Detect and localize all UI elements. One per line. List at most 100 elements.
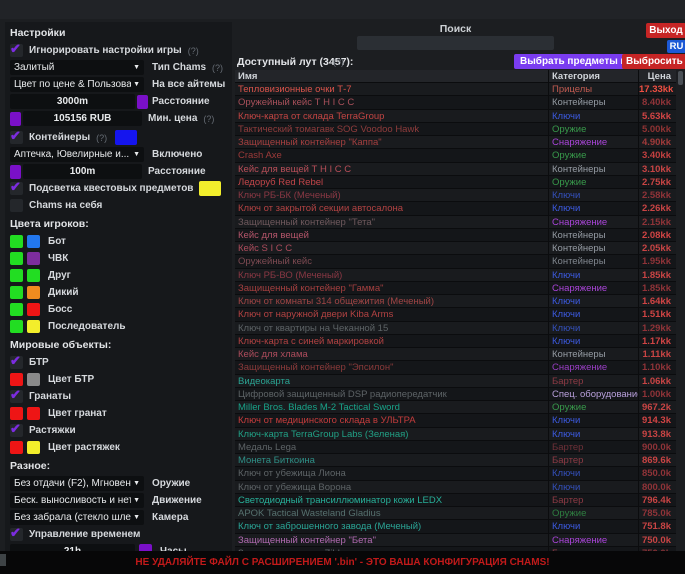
color-swatch-1[interactable] [10, 303, 23, 316]
item-price: 869.6k [638, 454, 676, 467]
table-row[interactable]: Светодиодный трансиллюминатор кожи LEDX … [235, 494, 676, 507]
table-row[interactable]: Ключ-карта с синей маркировкой Ключи 1.1… [235, 335, 676, 348]
table-row[interactable]: Защищенный контейнер "Эпсилон" Снаряжени… [235, 361, 676, 374]
table-row[interactable]: Ключ от убежища Ворона Ключи 800.0k [235, 481, 676, 494]
checkbox[interactable]: ✔ [10, 424, 23, 437]
table-row[interactable]: Монета Биткоина Бартер 869.6k [235, 454, 676, 467]
item-name: Ключ от наружной двери Kiba Arms [235, 308, 548, 321]
table-row[interactable]: Цифровой защищенный DSP радиопередатчик … [235, 388, 676, 401]
table-row[interactable]: Ключ от закрытой секции автосалона Ключи… [235, 202, 676, 215]
search-input[interactable] [357, 36, 554, 50]
containers-color-swatch[interactable] [115, 130, 137, 145]
distance-color-swatch[interactable] [137, 95, 148, 109]
containers-distance-input[interactable] [23, 164, 142, 179]
table-row[interactable]: Тактический томагавк SOG Voodoo Hawk Ору… [235, 123, 676, 136]
table-row[interactable]: Оружейный кейс Контейнеры 1.95kk [235, 255, 676, 268]
item-category: Снаряжение [548, 361, 638, 374]
table-scrollbar[interactable] [676, 70, 685, 551]
dropdown-select[interactable]: Без забрала (стекло шлема) ▼ [10, 510, 144, 525]
item-name: Цифровой защищенный DSP радиопередатчик [235, 388, 548, 401]
color-swatch-2[interactable] [27, 373, 40, 386]
item-price: 967.2k [638, 401, 676, 414]
dropdown-select[interactable]: Беск. выносливость и нет уста ▼ [10, 493, 144, 508]
table-row[interactable]: Кейс для хлама Контейнеры 1.11kk [235, 348, 676, 361]
containers-filter-select[interactable]: Аптечка, Ювелирные и... ▼ [10, 147, 144, 162]
table-row[interactable]: Защищенный контейнер "Бета" Снаряжение 7… [235, 534, 676, 547]
item-price: 17.33kk [638, 83, 676, 96]
table-row[interactable]: Ключ РБ-БК (Меченый) Ключи 2.58kk [235, 189, 676, 202]
exit-button[interactable]: Выход [646, 23, 685, 38]
table-row[interactable]: Ключ от квартиры на Чеканной 15 Ключи 1.… [235, 322, 676, 335]
table-row[interactable]: Медаль Lega Бартер 900.0k [235, 441, 676, 454]
item-name: Ключ-карта TerraGroup Labs (Зеленая) [235, 428, 548, 441]
color-swatch-2[interactable] [27, 235, 40, 248]
dropdown-select[interactable]: Без отдачи (F2), Мгновенное п ▼ [10, 476, 144, 491]
time-control-checkbox[interactable]: ✔ [10, 528, 23, 541]
column-header-category[interactable]: Категория [548, 70, 638, 82]
help-hint[interactable]: (?) [188, 46, 199, 56]
containers-distance-color-swatch[interactable] [10, 165, 21, 179]
hours-input[interactable] [10, 544, 135, 551]
table-row[interactable]: Ключ от комнаты 314 общежития (Меченый) … [235, 295, 676, 308]
table-row[interactable]: Ключ-карта от склада TerraGroup Ключи 5.… [235, 110, 676, 123]
table-row[interactable]: Кейс для вещей Контейнеры 2.08kk [235, 229, 676, 242]
table-row[interactable]: Видеокарта Бартер 1.06kk [235, 375, 676, 388]
table-row[interactable]: Ключ РБ-ВО (Меченый) Ключи 1.85kk [235, 269, 676, 282]
color-swatch-1[interactable] [10, 320, 23, 333]
scrollbar-thumb[interactable] [678, 71, 683, 85]
table-row[interactable]: Ключ от наружной двери Kiba Arms Ключи 1… [235, 308, 676, 321]
table-row[interactable]: Crash Axe Оружие 3.40kk [235, 149, 676, 162]
min-price-color-swatch[interactable] [10, 112, 21, 126]
color-swatch-1[interactable] [10, 407, 23, 420]
quest-highlight-checkbox[interactable]: ✔ [10, 182, 23, 195]
checkbox[interactable]: ✔ [10, 356, 23, 369]
table-row[interactable]: Кейс для вещей Т Н I С С Контейнеры 3.10… [235, 163, 676, 176]
panel-resize-handle[interactable] [0, 554, 6, 566]
table-row[interactable]: Miller Bros. Blades M-2 Tactical Sword О… [235, 401, 676, 414]
color-swatch-2[interactable] [27, 286, 40, 299]
table-row[interactable]: APOK Tactical Wasteland Gladius Оружие 7… [235, 507, 676, 520]
color-swatch-2[interactable] [27, 303, 40, 316]
help-hint[interactable]: (?) [203, 114, 214, 124]
color-swatch-2[interactable] [27, 441, 40, 454]
color-swatch-1[interactable] [10, 269, 23, 282]
color-swatch-1[interactable] [10, 235, 23, 248]
color-swatch-1[interactable] [10, 252, 23, 265]
color-swatch-2[interactable] [27, 320, 40, 333]
ignore-game-settings-checkbox[interactable]: ✔ [10, 44, 23, 57]
help-hint[interactable]: (?) [96, 133, 107, 143]
chams-type-select[interactable]: Залитый ▼ [10, 60, 144, 75]
column-header-price[interactable]: Цена [638, 70, 676, 82]
color-swatch-2[interactable] [27, 269, 40, 282]
containers-checkbox[interactable]: ✔ [10, 131, 23, 144]
table-row[interactable]: Тепловизионные очки Т-7 Прицелы 17.33kk [235, 83, 676, 96]
table-row[interactable]: Ключ от убежища Лиона Ключи 850.0k [235, 467, 676, 480]
table-row[interactable]: Ледоруб Red Rebel Оружие 2.75kk [235, 176, 676, 189]
hours-color-swatch[interactable] [139, 544, 152, 551]
table-row[interactable]: Ключ от заброшенного завода (Меченый) Кл… [235, 520, 676, 533]
help-hint[interactable]: (?) [212, 63, 223, 73]
chams-self-checkbox[interactable] [10, 199, 23, 212]
drop-all-button[interactable]: Выбросить все [622, 54, 685, 69]
dropdown-row: Без отдачи (F2), Мгновенное п ▼ Оружие [10, 476, 227, 491]
table-row[interactable]: Ключ от медицинского склада в УЛЬТРА Клю… [235, 414, 676, 427]
checkbox[interactable]: ✔ [10, 390, 23, 403]
color-swatch-2[interactable] [27, 407, 40, 420]
color-swatch-1[interactable] [10, 373, 23, 386]
color-swatch-1[interactable] [10, 441, 23, 454]
table-row[interactable]: Ключ-карта TerraGroup Labs (Зеленая) Клю… [235, 428, 676, 441]
color-swatch-2[interactable] [27, 252, 40, 265]
color-swatch-1[interactable] [10, 286, 23, 299]
table-row[interactable]: Защищенный контейнер "Тета" Снаряжение 2… [235, 216, 676, 229]
language-button[interactable]: RU [667, 40, 685, 53]
table-row[interactable]: Оружейный кейс Т Н I С С Контейнеры 8.40… [235, 96, 676, 109]
min-price-input[interactable] [23, 111, 142, 126]
quest-highlight-color-swatch[interactable] [199, 181, 221, 196]
table-row[interactable]: Кейс S I C C Контейнеры 2.05kk [235, 242, 676, 255]
color-mode-select[interactable]: Цвет по цене & Пользователь ▼ [10, 77, 144, 92]
help-hint[interactable]: (?) [333, 57, 344, 67]
table-row[interactable]: Защищенный контейнер "Гамма" Снаряжение … [235, 282, 676, 295]
distance-input[interactable] [10, 94, 135, 109]
table-row[interactable]: Защищенный контейнер "Каппа" Снаряжение … [235, 136, 676, 149]
column-header-name[interactable]: Имя [235, 70, 548, 82]
